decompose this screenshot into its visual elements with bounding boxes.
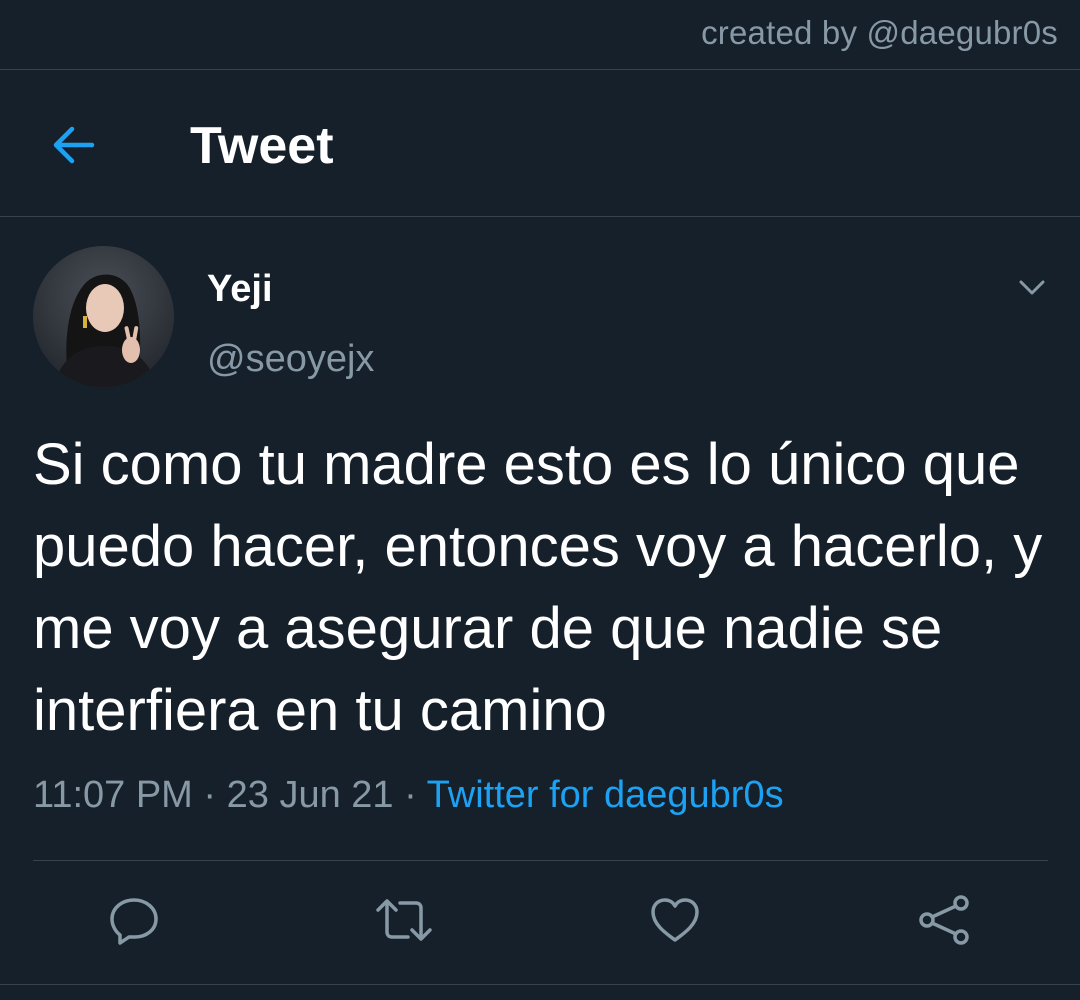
tweet-source-link[interactable]: Twitter for daegubr0s <box>427 774 784 816</box>
share-icon <box>919 895 969 945</box>
avatar[interactable] <box>33 246 174 387</box>
arrow-left-icon <box>53 126 95 164</box>
header-bar: Tweet <box>0 70 1080 216</box>
like-icon <box>651 898 699 942</box>
tweet-text: Si como tu madre esto es lo único que pu… <box>33 432 1043 743</box>
credit-watermark: created by @daegubr0s <box>701 14 1058 51</box>
retweet-icon <box>376 899 432 941</box>
like-button[interactable] <box>645 890 705 950</box>
share-button[interactable] <box>914 890 974 950</box>
reply-icon <box>110 898 158 945</box>
header-divider <box>0 216 1080 217</box>
avatar-image <box>33 246 174 387</box>
more-options-button[interactable] <box>1012 268 1052 308</box>
author-handle[interactable]: @seoyejx <box>207 338 374 381</box>
reply-button[interactable] <box>104 890 164 950</box>
meta-separator: · <box>203 774 217 816</box>
page-title: Tweet <box>190 117 334 175</box>
meta-separator: · <box>404 774 417 816</box>
retweet-button[interactable] <box>374 890 434 950</box>
tweet-date: 23 Jun 21 <box>226 774 394 816</box>
tweet-detail-page: created by @daegubr0s Tweet Yeji @seoyej… <box>0 0 1080 1000</box>
tweet-meta: 11:07 PM · 23 Jun 21 · Twitter for daegu… <box>33 774 784 817</box>
back-button[interactable] <box>38 110 108 180</box>
tweet-time: 11:07 PM <box>33 774 193 816</box>
action-bar <box>0 890 1080 950</box>
chevron-down-icon <box>1019 280 1045 295</box>
author-name[interactable]: Yeji <box>207 268 273 311</box>
actions-divider <box>33 860 1048 861</box>
bottom-divider <box>0 984 1080 985</box>
